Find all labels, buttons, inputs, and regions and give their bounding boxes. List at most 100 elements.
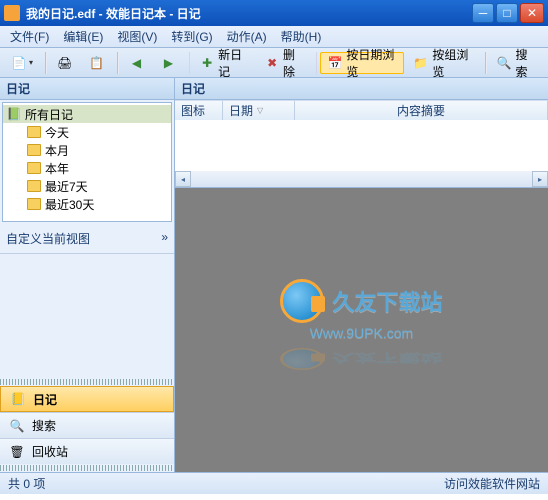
chevron-icon: » (161, 230, 168, 247)
tree-item-year[interactable]: 本年 (3, 159, 171, 177)
delete-label: 删除 (283, 46, 304, 80)
nav-search-label: 搜索 (32, 417, 56, 434)
forward-button[interactable]: ▶ (154, 52, 184, 74)
forward-icon: ▶ (161, 55, 177, 71)
new-diary-button[interactable]: ✚新日记 (193, 52, 256, 74)
separator (485, 52, 487, 74)
menu-help[interactable]: 帮助(H) (277, 26, 326, 47)
splitter[interactable] (0, 379, 174, 385)
scroll-right-button[interactable]: ▸ (532, 171, 548, 187)
separator (45, 52, 47, 74)
col-icon[interactable]: 图标 (175, 101, 223, 120)
app-icon (4, 5, 20, 21)
search-icon: 🔍 (8, 417, 26, 435)
browse-by-group-button[interactable]: 📁按组浏览 (406, 52, 479, 74)
diary-icon: 📒 (9, 390, 27, 408)
tree-item-label: 本月 (45, 142, 69, 159)
maximize-button[interactable]: □ (496, 3, 518, 23)
print-icon: 🖨 (57, 55, 73, 71)
tree-item-label: 本年 (45, 160, 69, 177)
watermark-url: Www.9UPK.com (280, 325, 442, 341)
tree-item-label: 最近7天 (45, 178, 88, 195)
column-headers: 图标 日期▽ 内容摘要 (175, 100, 548, 120)
preview-icon: 📋 (89, 55, 105, 71)
tree-item-label: 今天 (45, 124, 69, 141)
folder-icon (27, 144, 41, 156)
tree-item-label: 最近30天 (45, 196, 94, 213)
separator (189, 52, 191, 74)
minimize-button[interactable]: ─ (472, 3, 494, 23)
title-bar: 我的日记.edf - 效能日记本 - 日记 ─ □ ✕ (0, 0, 548, 26)
delete-icon: ✖ (265, 55, 279, 71)
sort-desc-icon: ▽ (257, 106, 263, 115)
custom-view-link[interactable]: 自定义当前视图 » (0, 224, 174, 254)
folder-icon (27, 198, 41, 210)
back-icon: ◀ (129, 55, 145, 71)
nav-recycle-label: 回收站 (32, 443, 68, 460)
window-title: 我的日记.edf - 效能日记本 - 日记 (26, 5, 470, 22)
tree-root-all-diaries[interactable]: 📗 所有日记 (3, 105, 171, 123)
preview-button[interactable]: 📋 (82, 52, 112, 74)
search-label: 搜索 (516, 46, 536, 80)
scroll-left-button[interactable]: ◂ (175, 171, 191, 187)
close-button[interactable]: ✕ (520, 3, 544, 23)
separator (316, 52, 318, 74)
plus-icon: ✚ (200, 55, 214, 71)
nav-diary-label: 日记 (33, 391, 57, 408)
tree-item-7days[interactable]: 最近7天 (3, 177, 171, 195)
menu-file[interactable]: 文件(F) (6, 26, 53, 47)
content-area: 日记 图标 日期▽ 内容摘要 ◂ ▸ 久友下载站 Www.9UPK.com (175, 78, 548, 472)
nav-search[interactable]: 🔍 搜索 (0, 412, 174, 438)
menu-goto[interactable]: 转到(G) (167, 26, 216, 47)
new-button[interactable]: 📄▾ (4, 52, 40, 74)
new-icon: 📄 (11, 55, 27, 71)
watermark-logo-icon (280, 279, 324, 323)
col-date[interactable]: 日期▽ (223, 101, 295, 120)
group-icon: 📁 (413, 55, 428, 71)
content-header: 日记 (175, 78, 548, 100)
tree-view: 📗 所有日记 今天 本月 本年 最近7天 最近30天 (2, 102, 172, 222)
scroll-track[interactable] (191, 171, 532, 187)
back-button[interactable]: ◀ (122, 52, 152, 74)
sidebar-header: 日记 (0, 78, 174, 100)
nav-recycle[interactable]: 🗑 回收站 (0, 438, 174, 464)
browse-by-date-button[interactable]: 📅按日期浏览 (320, 52, 404, 74)
calendar-icon: 📅 (327, 55, 342, 71)
watermark-text: 久友下载站 (332, 285, 442, 317)
new-diary-label: 新日记 (218, 46, 249, 80)
tree-item-30days[interactable]: 最近30天 (3, 195, 171, 213)
preview-pane: 久友下载站 Www.9UPK.com 久友下载站 (175, 188, 548, 472)
search-icon: 🔍 (497, 55, 512, 71)
list-body: ◂ ▸ (175, 120, 548, 188)
horizontal-scrollbar[interactable]: ◂ ▸ (175, 171, 548, 187)
status-bar: 共 0 项 访问效能软件网站 (0, 472, 548, 494)
browse-date-label: 按日期浏览 (346, 46, 397, 80)
custom-view-label: 自定义当前视图 (6, 230, 90, 247)
tree-item-month[interactable]: 本月 (3, 141, 171, 159)
splitter[interactable] (0, 465, 174, 471)
tree-root-label: 所有日记 (25, 106, 73, 123)
menu-view[interactable]: 视图(V) (113, 26, 161, 47)
watermark: 久友下载站 Www.9UPK.com 久友下载站 (280, 279, 442, 381)
book-icon: 📗 (7, 107, 21, 121)
separator (117, 52, 119, 74)
folder-icon (27, 180, 41, 192)
menu-action[interactable]: 动作(A) (223, 26, 271, 47)
delete-button[interactable]: ✖删除 (258, 52, 310, 74)
search-button[interactable]: 🔍搜索 (490, 52, 542, 74)
menu-edit[interactable]: 编辑(E) (59, 26, 107, 47)
sidebar: 日记 📗 所有日记 今天 本月 本年 最近7天 最近30天 自定义当前视图 » 📒 日… (0, 78, 175, 472)
folder-icon (27, 162, 41, 174)
nav-diary[interactable]: 📒 日记 (0, 386, 174, 412)
print-button[interactable]: 🖨 (50, 52, 80, 74)
dropdown-icon: ▾ (29, 58, 33, 67)
tree-item-today[interactable]: 今天 (3, 123, 171, 141)
sidebar-spacer (0, 254, 174, 378)
status-count: 共 0 项 (8, 475, 45, 492)
col-summary[interactable]: 内容摘要 (295, 101, 548, 120)
browse-group-label: 按组浏览 (432, 46, 472, 80)
recycle-icon: 🗑 (8, 443, 26, 461)
footer-link[interactable]: 访问效能软件网站 (444, 475, 540, 492)
toolbar: 📄▾ 🖨 📋 ◀ ▶ ✚新日记 ✖删除 📅按日期浏览 📁按组浏览 🔍搜索 (0, 48, 548, 78)
folder-icon (27, 126, 41, 138)
